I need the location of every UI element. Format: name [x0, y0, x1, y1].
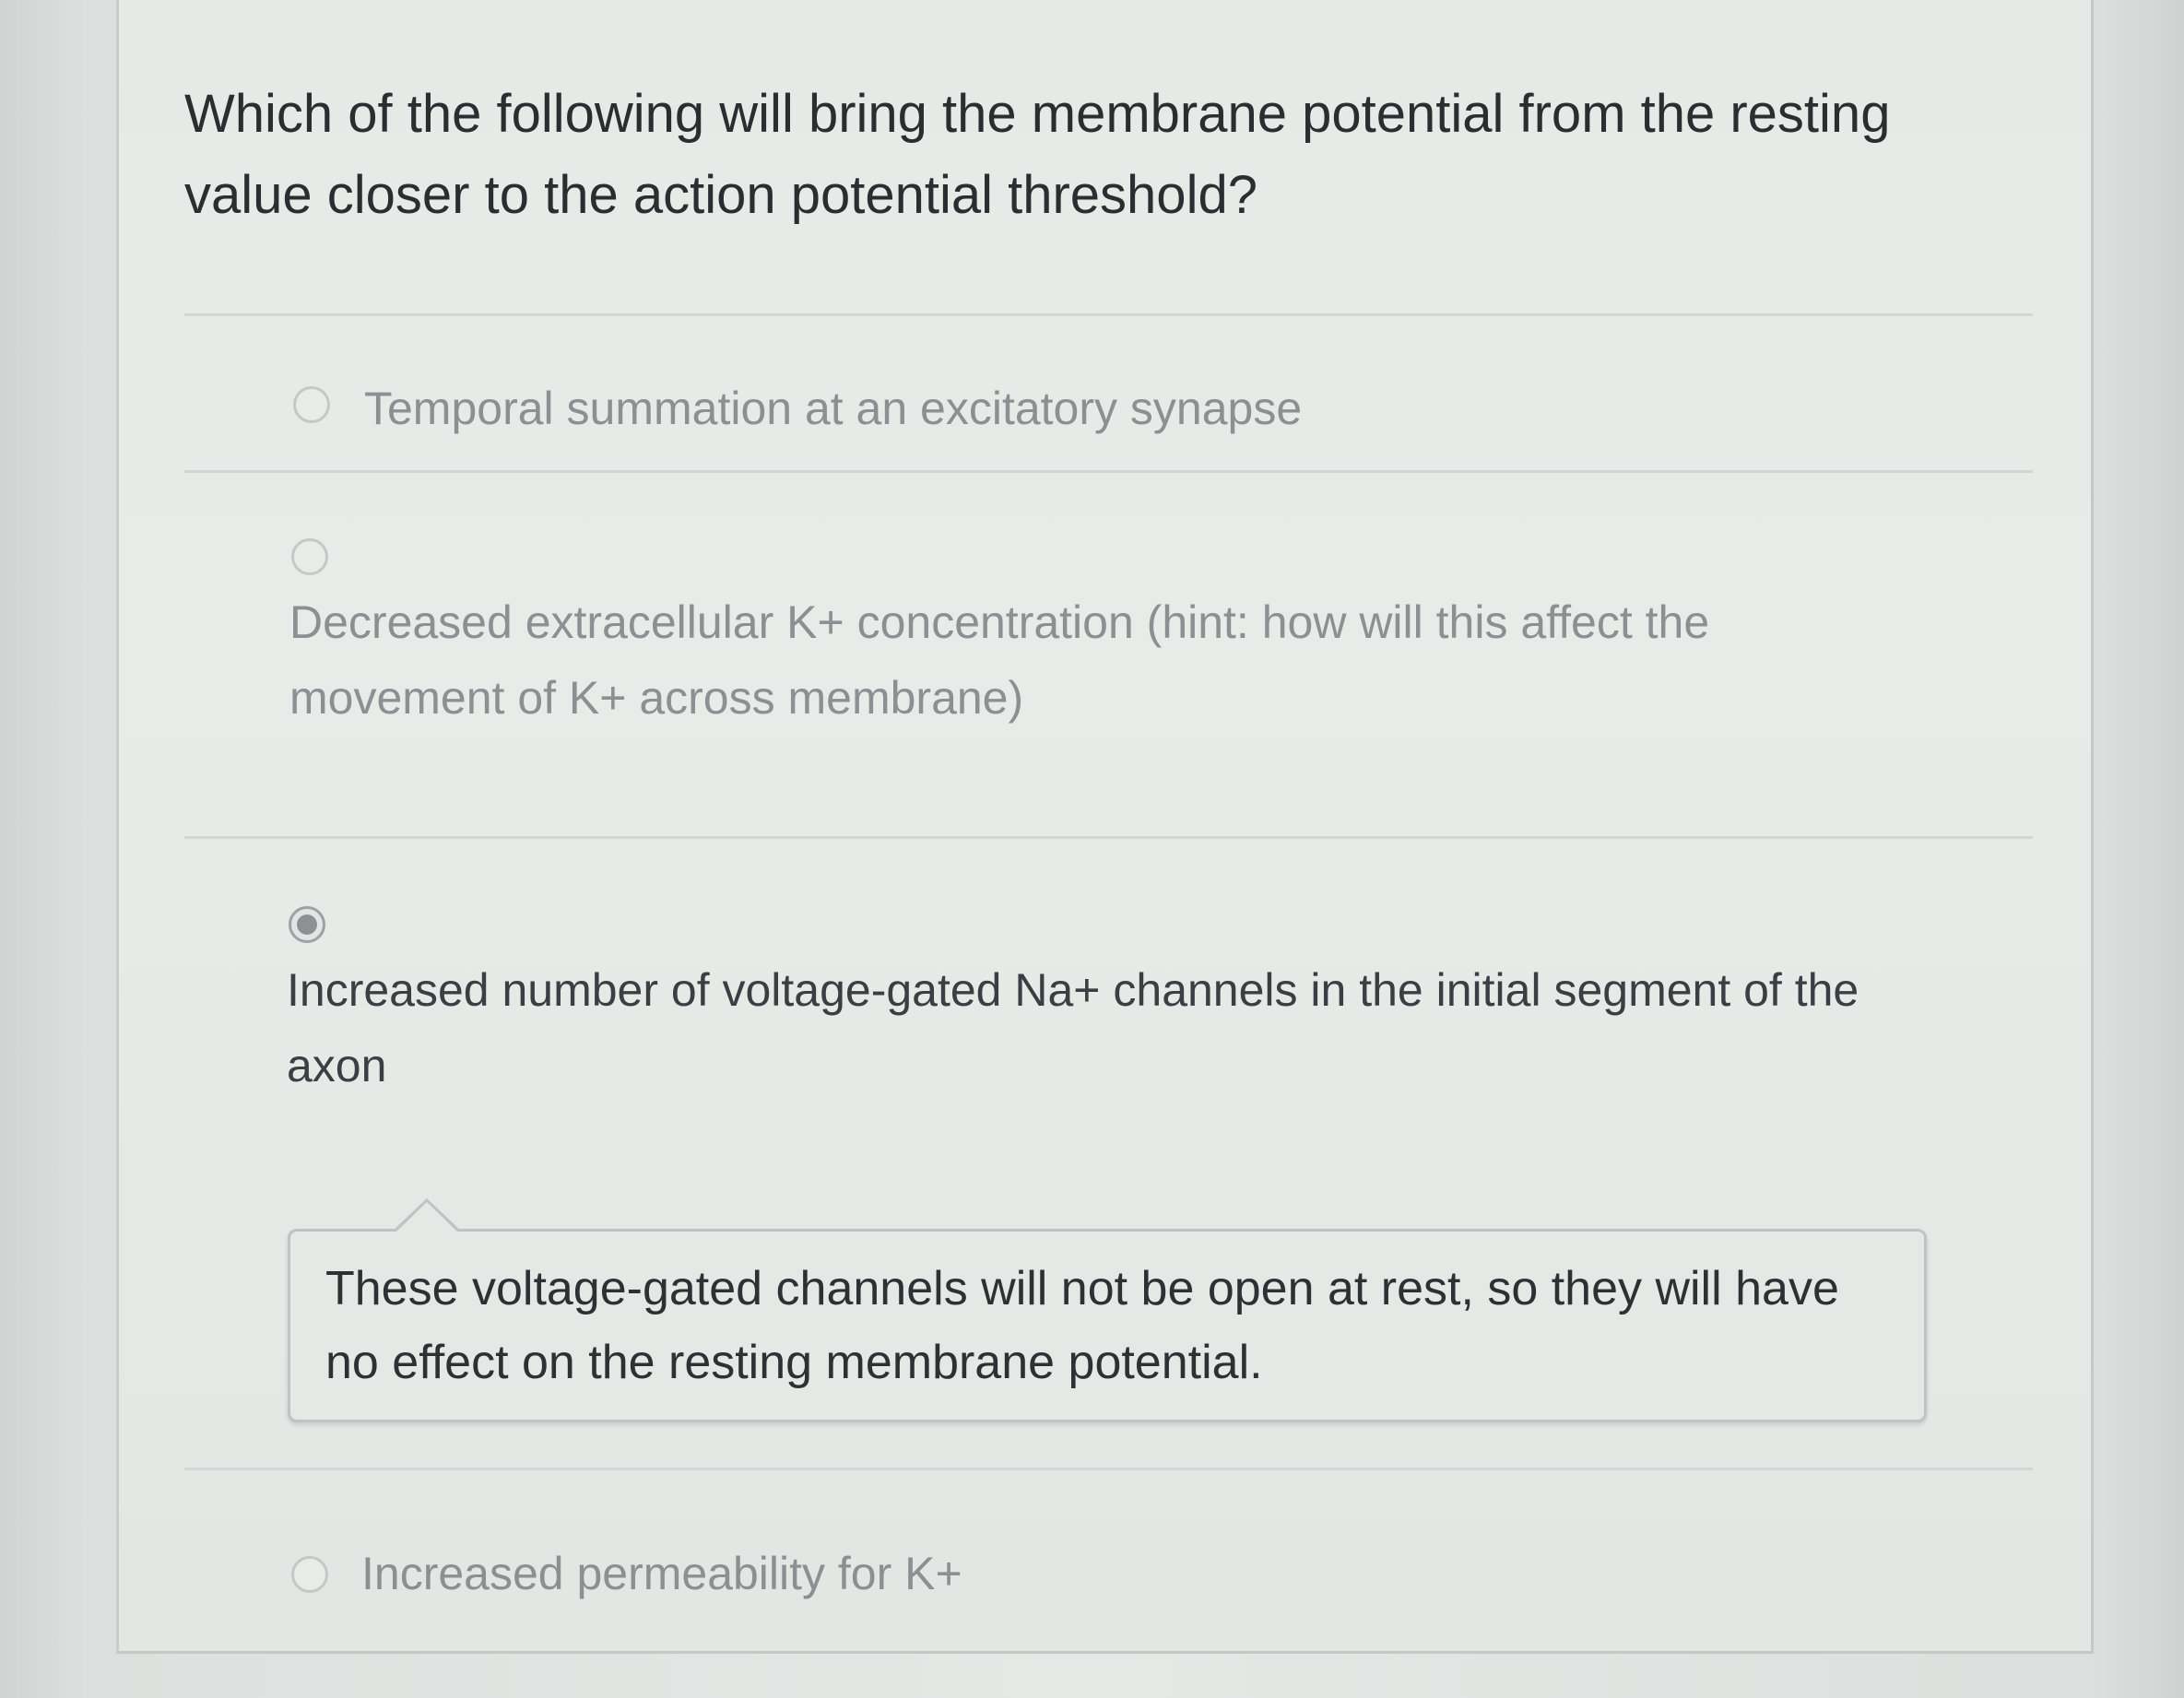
radio-button-selected[interactable]	[289, 906, 325, 943]
divider	[184, 313, 2033, 316]
question-text: Which of the following will bring the me…	[184, 84, 1891, 225]
divider	[184, 470, 2033, 473]
radio-button-unselected[interactable]	[291, 1556, 328, 1593]
radio-button-unselected[interactable]	[291, 538, 328, 575]
radio-button-unselected[interactable]	[293, 386, 330, 423]
answer-label[interactable]: Temporal summation at an excitatory syna…	[364, 371, 1931, 446]
divider	[184, 1468, 2033, 1470]
feedback-pointer	[392, 1198, 462, 1232]
answer-label[interactable]: Increased permeability for K+	[361, 1536, 1929, 1611]
divider	[184, 836, 2033, 839]
answer-label[interactable]: Decreased extracellular K+ concentration…	[289, 584, 1838, 736]
feedback-text: These voltage-gated channels will not be…	[325, 1262, 1839, 1389]
feedback-box: These voltage-gated channels will not be…	[288, 1198, 1927, 1422]
answer-label[interactable]: Increased number of voltage-gated Na+ ch…	[287, 952, 1946, 1103]
page-background: Which of the following will bring the me…	[0, 0, 2184, 1698]
